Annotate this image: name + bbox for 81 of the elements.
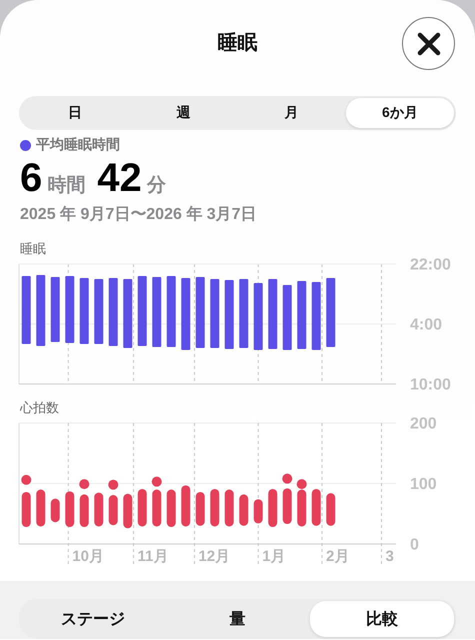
segment-tab[interactable]: 比較 <box>310 601 454 637</box>
axis-label: 0 <box>410 536 419 554</box>
axis-label: 22:00 <box>410 256 451 274</box>
range-bar <box>80 278 89 344</box>
range-bar <box>123 494 132 528</box>
duration-unit: 時間 <box>47 174 86 198</box>
range-bar <box>80 494 89 528</box>
range-bar <box>94 279 104 344</box>
range-bar <box>36 275 46 346</box>
range-bar <box>312 488 321 526</box>
range-bar <box>22 276 31 344</box>
range-bar <box>312 282 321 350</box>
range-bar <box>50 498 60 522</box>
axis-label: 10月 <box>72 548 104 565</box>
range-bar <box>108 495 118 526</box>
axis-label: 10:00 <box>410 376 451 392</box>
segment-tab[interactable]: 6か月 <box>346 98 454 128</box>
chart-title: 心拍数 <box>20 400 59 415</box>
marker-dot <box>282 474 292 484</box>
marker-dot <box>152 476 162 487</box>
axis-label: 2月 <box>326 548 350 565</box>
range-bar <box>152 490 162 526</box>
range-bar <box>196 492 205 526</box>
legend-label: 平均睡眠時間 <box>36 136 120 154</box>
range-bar <box>326 493 336 526</box>
duration-value: 42 <box>97 156 142 200</box>
range-bar <box>239 279 248 348</box>
axis-label: 3 <box>386 548 394 565</box>
segment-tab[interactable]: 月 <box>238 98 346 128</box>
duration-unit: 分 <box>146 174 166 198</box>
marker-dot <box>21 474 32 485</box>
range-bar <box>254 499 263 524</box>
range-bar <box>94 492 104 526</box>
range-bar <box>282 488 292 524</box>
range-bar <box>210 279 220 348</box>
range-bar <box>326 278 336 347</box>
range-bar <box>36 490 46 526</box>
marker-dot <box>108 480 118 490</box>
range-bar <box>166 490 176 528</box>
range-bar <box>181 485 190 526</box>
range-bar <box>65 276 74 343</box>
marker-dot <box>79 479 90 490</box>
legend-dot <box>20 140 31 150</box>
axis-label: 11月 <box>138 548 168 565</box>
range-bar <box>181 278 190 350</box>
range-bar <box>196 277 205 348</box>
axis-label: 100 <box>410 476 437 493</box>
duration-value: 6 <box>20 156 42 200</box>
range-bar <box>224 490 234 526</box>
axis-label: 4:00 <box>410 316 442 334</box>
range-bar <box>268 488 278 528</box>
range-bar <box>123 279 132 348</box>
chart-title: 睡眠 <box>20 241 46 256</box>
range-bar <box>297 490 306 526</box>
range-bar <box>254 283 263 350</box>
segment-tab[interactable]: ステージ <box>21 601 166 637</box>
range-bar <box>210 488 220 526</box>
axis-label: 200 <box>410 417 437 432</box>
range-bar <box>239 494 248 526</box>
range-bar <box>65 491 74 528</box>
close-button[interactable] <box>402 17 455 70</box>
segment-tab[interactable]: 日 <box>21 98 130 128</box>
range-bar <box>138 488 147 526</box>
range-bar <box>152 277 162 347</box>
window-title: 睡眠 <box>218 32 258 54</box>
range-bar <box>50 277 60 342</box>
range-bar <box>224 280 234 349</box>
date-range: 2025 年 9月7日〜2026 年 3月7日 <box>20 204 258 225</box>
range-bar <box>268 279 278 349</box>
range-bar <box>282 285 292 350</box>
axis-label: 1月 <box>262 548 286 565</box>
segment-tab[interactable]: 量 <box>165 601 310 637</box>
axis-label: 12月 <box>198 548 230 565</box>
range-bar <box>22 492 31 528</box>
range-bar <box>108 278 118 346</box>
segment-tab[interactable]: 週 <box>129 98 238 128</box>
range-bar <box>138 276 147 346</box>
marker-dot <box>296 479 307 490</box>
range-bar <box>166 276 176 347</box>
close-icon <box>416 32 440 56</box>
range-bar <box>297 281 306 349</box>
